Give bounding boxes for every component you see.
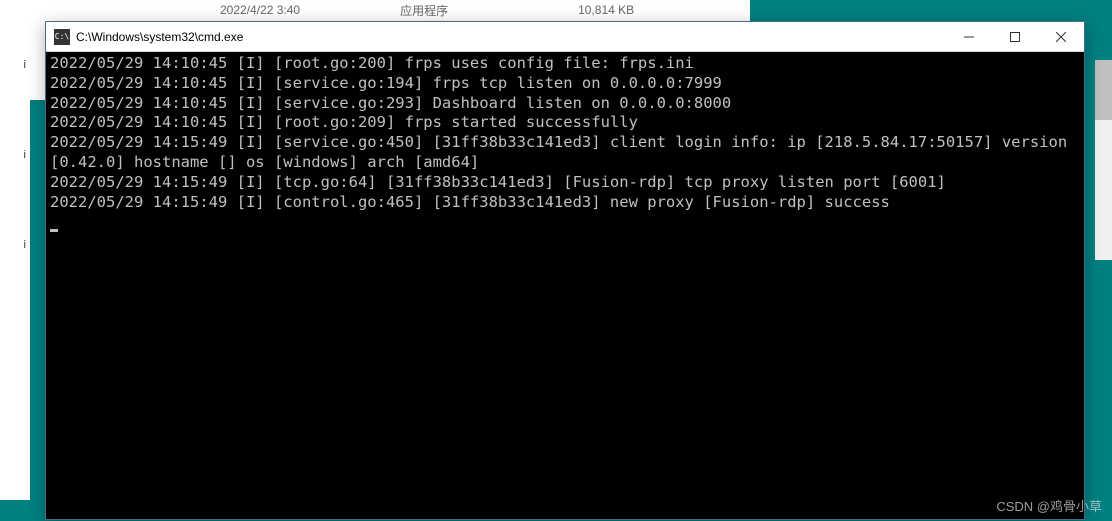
file-ext-label: i bbox=[0, 200, 30, 290]
file-ext-label: i bbox=[0, 20, 30, 110]
explorer-scrollbar[interactable] bbox=[1095, 60, 1112, 260]
console-output[interactable]: 2022/05/29 14:10:45 [I] [root.go:200] fr… bbox=[46, 52, 1084, 519]
window-title: C:\Windows\system32\cmd.exe bbox=[76, 30, 946, 44]
file-size: 10,814 KB bbox=[578, 3, 634, 17]
watermark-text: CSDN @鸡骨小草 bbox=[996, 496, 1102, 515]
explorer-file-row[interactable]: 2022/4/22 3:40 应用程序 10,814 KB bbox=[0, 0, 750, 20]
maximize-button[interactable] bbox=[992, 22, 1038, 51]
cmd-window: C:\ C:\Windows\system32\cmd.exe 2022/05/… bbox=[45, 21, 1085, 520]
file-type: 应用程序 bbox=[400, 2, 448, 19]
scrollbar-thumb[interactable] bbox=[1095, 60, 1112, 120]
cmd-icon: C:\ bbox=[54, 29, 70, 45]
close-button[interactable] bbox=[1038, 22, 1084, 51]
explorer-left-column: i i i bbox=[0, 20, 30, 500]
file-date: 2022/4/22 3:40 bbox=[220, 3, 300, 17]
window-controls bbox=[946, 22, 1084, 51]
minimize-button[interactable] bbox=[946, 22, 992, 51]
window-titlebar[interactable]: C:\ C:\Windows\system32\cmd.exe bbox=[46, 22, 1084, 52]
cursor bbox=[50, 229, 58, 232]
file-ext-label: i bbox=[0, 110, 30, 200]
